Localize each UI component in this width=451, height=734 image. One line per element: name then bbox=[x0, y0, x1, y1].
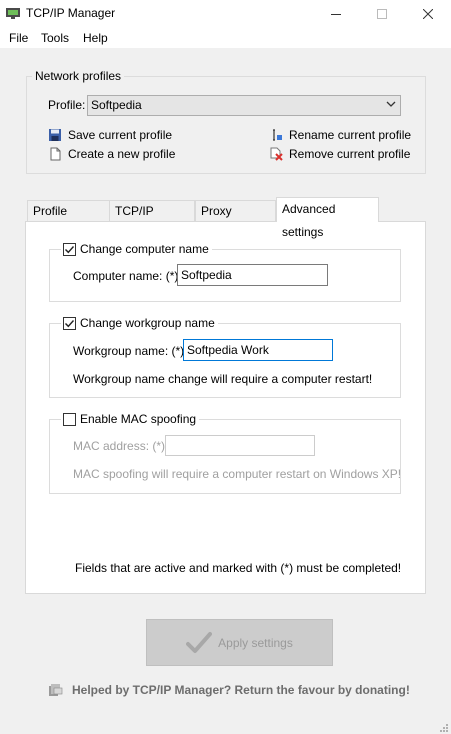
donate-icon bbox=[49, 684, 63, 696]
minimize-button[interactable] bbox=[313, 0, 359, 28]
menu-tools[interactable]: Tools bbox=[40, 28, 70, 48]
apply-settings-label: Apply settings bbox=[218, 635, 293, 650]
rename-profile-link[interactable]: Rename current profile bbox=[269, 127, 411, 143]
app-icon bbox=[6, 8, 20, 19]
checkbox-box bbox=[63, 242, 76, 256]
chevron-down-icon bbox=[386, 101, 396, 107]
workgroup-name-label: Workgroup name: (*) bbox=[73, 344, 185, 358]
remove-profile-label: Remove current profile bbox=[289, 147, 411, 161]
remove-profile-link[interactable]: Remove current profile bbox=[269, 146, 410, 162]
floppy-disk-icon bbox=[49, 129, 61, 141]
change-computer-name-checkbox[interactable]: Change computer name bbox=[61, 242, 212, 256]
computer-name-input[interactable] bbox=[177, 264, 328, 286]
workgroup-name-input[interactable] bbox=[183, 339, 333, 361]
mac-spoofing-group bbox=[49, 419, 401, 494]
new-document-icon bbox=[50, 147, 61, 161]
tab-profile-settings[interactable]: Profile settings bbox=[27, 200, 110, 239]
change-workgroup-name-checkbox[interactable]: Change workgroup name bbox=[61, 316, 218, 330]
checkbox-box bbox=[63, 412, 76, 426]
checkmark-icon bbox=[65, 245, 75, 253]
donate-link[interactable]: Helped by TCP/IP Manager? Return the fav… bbox=[48, 683, 410, 697]
checkbox-box bbox=[63, 316, 76, 330]
menu-help[interactable]: Help bbox=[82, 28, 109, 48]
maximize-icon bbox=[377, 9, 387, 19]
enable-mac-spoofing-checkbox[interactable]: Enable MAC spoofing bbox=[61, 412, 200, 426]
save-profile-label: Save current profile bbox=[68, 128, 173, 142]
tab-proxy-settings[interactable]: Proxy settings bbox=[195, 200, 276, 239]
change-computer-name-label: Change computer name bbox=[80, 242, 209, 256]
minimize-icon bbox=[331, 14, 341, 15]
required-fields-note: Fields that are active and marked with (… bbox=[75, 561, 402, 575]
close-button[interactable] bbox=[405, 0, 451, 28]
computer-name-label: Computer name: (*) bbox=[73, 269, 179, 283]
close-icon bbox=[423, 9, 433, 19]
remove-icon bbox=[270, 147, 283, 161]
enable-mac-spoofing-label: Enable MAC spoofing bbox=[80, 412, 197, 426]
mac-address-input[interactable] bbox=[165, 435, 315, 456]
menu-file[interactable]: File bbox=[8, 28, 29, 48]
resize-grip-icon[interactable] bbox=[438, 722, 449, 733]
change-workgroup-name-label: Change workgroup name bbox=[80, 316, 215, 330]
apply-settings-button[interactable]: Apply settings bbox=[146, 619, 333, 666]
tab-tcpip-settings[interactable]: TCP/IP settings bbox=[109, 200, 195, 239]
create-profile-label: Create a new profile bbox=[68, 147, 176, 161]
maximize-button[interactable] bbox=[359, 0, 405, 28]
rename-profile-label: Rename current profile bbox=[289, 128, 412, 142]
checkmark-icon bbox=[186, 631, 213, 653]
profile-dropdown-value: Softpedia bbox=[91, 98, 142, 112]
network-profiles-legend: Network profiles bbox=[32, 69, 125, 83]
donate-text: Helped by TCP/IP Manager? Return the fav… bbox=[72, 683, 410, 697]
mac-restart-note: MAC spoofing will require a computer res… bbox=[73, 467, 402, 481]
tab-advanced-settings[interactable]: Advanced settings bbox=[276, 197, 379, 239]
workgroup-restart-note: Workgroup name change will require a com… bbox=[73, 372, 373, 386]
create-profile-link[interactable]: Create a new profile bbox=[48, 146, 175, 162]
mac-address-label: MAC address: (*) bbox=[73, 439, 166, 453]
window-title: TCP/IP Manager bbox=[26, 6, 116, 20]
profile-label: Profile: bbox=[48, 98, 86, 112]
rename-icon bbox=[273, 129, 282, 141]
checkmark-icon bbox=[65, 319, 75, 327]
save-profile-link[interactable]: Save current profile bbox=[48, 127, 172, 143]
